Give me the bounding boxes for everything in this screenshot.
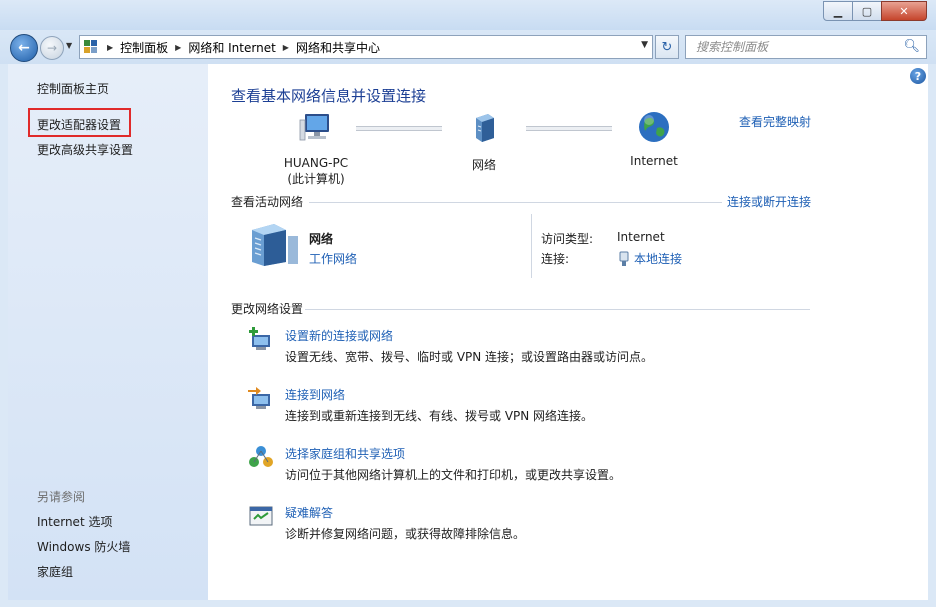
- page-title: 查看基本网络信息并设置连接: [231, 87, 427, 105]
- troubleshoot-desc: 诊断并修复网络问题，或获得故障排除信息。: [285, 527, 526, 541]
- sidebar-item-control-panel-home[interactable]: 控制面板主页: [37, 80, 109, 97]
- see-also-homegroup[interactable]: 家庭组: [37, 563, 73, 580]
- access-type-label: 访问类型:: [541, 232, 594, 246]
- computer-icon: [299, 114, 329, 141]
- ethernet-plug-icon: [619, 251, 629, 266]
- maximize-button[interactable]: ▢: [852, 1, 882, 21]
- sidebar-item-advanced-sharing-settings[interactable]: 更改高级共享设置: [37, 141, 133, 158]
- work-network-icon: [252, 224, 298, 266]
- title-bar: ▁ ▢ ✕: [0, 0, 936, 30]
- address-dropdown-icon[interactable]: ▼: [641, 40, 648, 50]
- search-box: 🔍︎: [685, 35, 927, 59]
- address-bar[interactable]: ▶ 控制面板 ▶ 网络和 Internet ▶ 网络和共享中心 ▼: [79, 35, 653, 59]
- help-icon[interactable]: ?: [910, 68, 926, 84]
- change-settings-title: 更改网络设置: [231, 302, 304, 316]
- connection-line: [526, 126, 612, 131]
- access-type-value: Internet: [617, 230, 665, 244]
- connection-line: [356, 126, 442, 131]
- new-connection-icon: [249, 327, 270, 350]
- troubleshoot-icon: [249, 506, 273, 526]
- forward-button[interactable]: →: [40, 36, 64, 60]
- breadcrumb-separator-icon[interactable]: ▶: [107, 43, 113, 52]
- breadcrumb-network-internet[interactable]: 网络和 Internet: [188, 39, 275, 56]
- troubleshoot-link[interactable]: 疑难解答: [285, 504, 333, 521]
- breadcrumb-network-sharing-center[interactable]: 网络和共享中心: [296, 39, 380, 56]
- globe-icon: [639, 112, 669, 142]
- control-panel-icon: [84, 40, 100, 54]
- connection-label: 连接:: [541, 252, 570, 266]
- connect-network-desc: 连接到或重新连接到无线、有线、拨号或 VPN 网络连接。: [285, 409, 594, 423]
- see-also-windows-firewall[interactable]: Windows 防火墙: [37, 538, 130, 555]
- node-this-computer-sub: (此计算机): [287, 172, 345, 186]
- arrow-left-icon: ←: [18, 40, 30, 56]
- see-also-title: 另请参阅: [37, 490, 86, 504]
- node-internet[interactable]: Internet: [614, 110, 694, 168]
- network-type-link[interactable]: 工作网络: [309, 250, 357, 267]
- search-icon[interactable]: 🔍︎: [903, 39, 920, 54]
- main-panel: ? 查看基本网络信息并设置连接 查看完整映射 HUANG-PC (此计算机) 网…: [208, 64, 928, 600]
- divider: [305, 309, 810, 310]
- connect-network-icon: [248, 387, 270, 409]
- active-networks-title: 查看活动网络: [231, 195, 304, 209]
- view-full-map-link[interactable]: 查看完整映射: [739, 113, 811, 130]
- breadcrumb-separator-icon[interactable]: ▶: [175, 43, 181, 52]
- divider: [309, 202, 722, 203]
- node-network-name: 网络: [471, 158, 496, 172]
- breadcrumb-separator-icon[interactable]: ▶: [283, 43, 289, 52]
- local-connection-link[interactable]: 本地连接: [618, 250, 682, 267]
- connect-network-link[interactable]: 连接到网络: [285, 386, 345, 403]
- node-network[interactable]: 网络: [444, 112, 524, 173]
- recent-pages-dropdown[interactable]: ▼: [66, 41, 72, 50]
- see-also-internet-options[interactable]: Internet 选项: [37, 513, 112, 530]
- search-input[interactable]: [694, 36, 898, 58]
- node-internet-name: Internet: [630, 154, 678, 168]
- connect-disconnect-link[interactable]: 连接或断开连接: [727, 193, 811, 210]
- setup-connection-desc: 设置无线、宽带、拨号、临时或 VPN 连接；或设置路由器或访问点。: [285, 350, 654, 364]
- breadcrumb-control-panel[interactable]: 控制面板: [120, 39, 168, 56]
- refresh-icon: ↻: [661, 39, 673, 55]
- divider: [531, 214, 532, 278]
- homegroup-desc: 访问位于其他网络计算机上的文件和打印机，或更改共享设置。: [285, 468, 622, 482]
- minimize-button[interactable]: ▁: [823, 1, 853, 21]
- arrow-right-icon: →: [46, 41, 58, 55]
- navigation-bar: ← → ▼ ▶ 控制面板 ▶ 网络和 Internet ▶ 网络和共享中心 ▼ …: [0, 30, 936, 64]
- close-button[interactable]: ✕: [881, 1, 927, 21]
- active-network-name: 网络: [309, 232, 334, 246]
- node-this-computer-name: HUANG-PC: [283, 156, 349, 170]
- sidebar-item-change-adapter-settings[interactable]: 更改适配器设置: [37, 116, 121, 133]
- sidebar: 控制面板主页 更改适配器设置 更改高级共享设置 另请参阅 Internet 选项…: [8, 64, 208, 600]
- homegroup-icon: [249, 446, 273, 467]
- back-button[interactable]: ←: [10, 34, 38, 62]
- window: ▁ ▢ ✕ ← → ▼ ▶ 控制面板 ▶ 网络和 Internet ▶ 网络和共…: [0, 0, 936, 607]
- window-controls: ▁ ▢ ✕: [823, 1, 927, 21]
- node-this-computer[interactable]: HUANG-PC (此计算机): [276, 112, 356, 187]
- network-icon: [476, 114, 494, 142]
- homegroup-link[interactable]: 选择家庭组和共享选项: [285, 445, 405, 462]
- refresh-button[interactable]: ↻: [655, 35, 679, 59]
- local-connection-label[interactable]: 本地连接: [634, 250, 682, 267]
- setup-connection-link[interactable]: 设置新的连接或网络: [285, 327, 393, 344]
